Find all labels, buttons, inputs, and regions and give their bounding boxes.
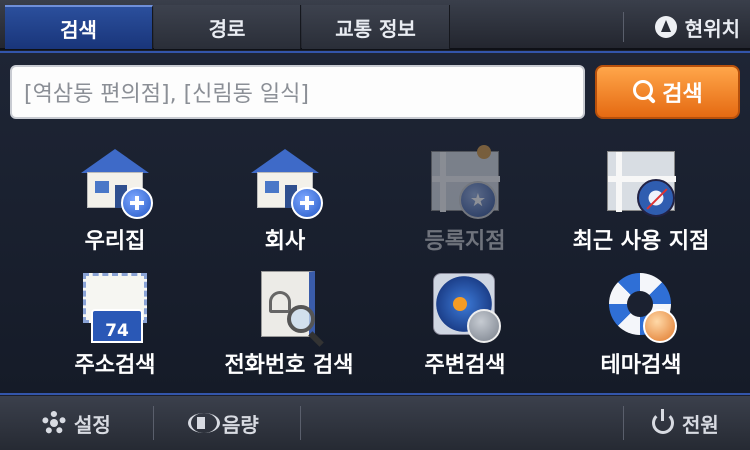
volume-label: 음량 (222, 412, 259, 437)
settings-label: 설정 (74, 412, 111, 437)
divider (153, 406, 154, 440)
menu-phone-search-label: 전화번호 검색 (224, 353, 354, 378)
menu-office[interactable]: 회사 (200, 141, 370, 271)
tab-traffic-info[interactable]: 교통 정보 (302, 5, 450, 49)
navigation-arrow-icon (654, 16, 677, 38)
theme-icon (603, 269, 679, 345)
divider (623, 12, 624, 42)
nearby-icon (427, 269, 503, 345)
main-panel: [역삼동 편의점], [신림동 일식] 검색 우리집 회사 ★ 등록지점 최근 … (0, 51, 750, 395)
volume-button[interactable]: 음량 (188, 396, 259, 450)
gear-icon (42, 411, 66, 435)
menu-recent-places-label: 최근 사용 지점 (572, 229, 710, 254)
speaker-icon (188, 412, 220, 434)
search-button[interactable]: 검색 (595, 65, 740, 119)
search-input[interactable]: [역삼동 편의점], [신림동 일식] (10, 65, 585, 119)
power-icon (652, 409, 674, 434)
search-button-label: 검색 (662, 82, 703, 107)
current-location-button[interactable]: 현위치 (654, 5, 740, 49)
menu-home-label: 우리집 (84, 229, 146, 254)
saved-place-icon: ★ (427, 145, 503, 221)
top-tab-bar: 검색 경로 교통 정보 현위치 (0, 0, 750, 50)
power-button[interactable]: 전원 (652, 396, 719, 450)
menu-theme-search[interactable]: 테마검색 (556, 265, 726, 395)
tab-route[interactable]: 경로 (154, 5, 301, 49)
home-add-icon (77, 145, 153, 221)
menu-theme-search-label: 테마검색 (600, 353, 682, 378)
address-sign-number: 74 (91, 309, 143, 343)
bottom-bar: 설정 음량 전원 (0, 396, 750, 450)
current-location-label: 현위치 (684, 16, 740, 41)
divider (300, 406, 301, 440)
tab-search[interactable]: 검색 (5, 5, 153, 49)
menu-office-label: 회사 (264, 229, 306, 254)
power-label: 전원 (682, 412, 719, 437)
office-add-icon (247, 145, 323, 221)
magnifier-icon (632, 79, 658, 105)
recent-place-icon (603, 145, 679, 221)
divider (623, 406, 624, 440)
menu-address-search-label: 주소검색 (74, 353, 156, 378)
menu-home[interactable]: 우리집 (30, 141, 200, 271)
menu-nearby-search-label: 주변검색 (424, 353, 506, 378)
menu-address-search[interactable]: 74 주소검색 (30, 265, 200, 395)
phonebook-icon (251, 269, 327, 345)
menu-recent-places[interactable]: 최근 사용 지점 (556, 141, 726, 271)
menu-saved-places-label: 등록지점 (424, 229, 506, 254)
menu-nearby-search[interactable]: 주변검색 (380, 265, 550, 395)
menu-phone-search[interactable]: 전화번호 검색 (204, 265, 374, 395)
address-icon: 74 (77, 269, 153, 345)
search-placeholder: [역삼동 편의점], [신림동 일식] (24, 82, 309, 107)
settings-button[interactable]: 설정 (42, 396, 111, 450)
menu-saved-places: ★ 등록지점 (380, 141, 550, 271)
